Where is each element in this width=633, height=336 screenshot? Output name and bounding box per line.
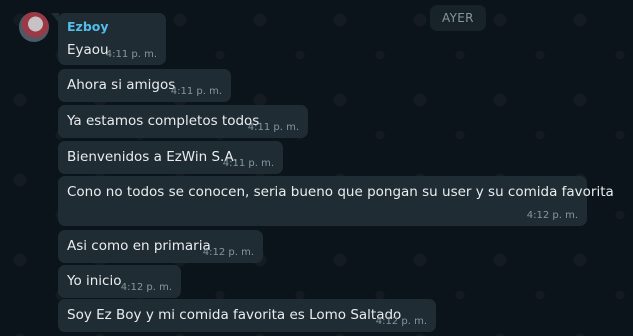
message-bubble[interactable]: Bienvenidos a EzWin S.A. 4:11 p. m. bbox=[58, 141, 283, 174]
message-text: Eyaou bbox=[67, 42, 109, 58]
message-time: 4:12 p. m. bbox=[202, 247, 254, 258]
message-bubble[interactable]: Cono no todos se conocen, seria bueno qu… bbox=[58, 176, 614, 226]
message-bubble[interactable]: Ya estamos completos todos 4:11 p. m. bbox=[58, 105, 308, 138]
avatar[interactable] bbox=[19, 12, 49, 42]
message-time: 4:11 p. m. bbox=[105, 49, 157, 60]
message-time: 4:12 p. m. bbox=[375, 316, 427, 327]
message-text: Ahora si amigos bbox=[67, 77, 176, 93]
message-time: 4:11 p. m. bbox=[170, 86, 222, 97]
message-bubble[interactable]: Yo inicio 4:12 p. m. bbox=[58, 265, 181, 298]
bubble-tail bbox=[51, 13, 59, 23]
message-bubble[interactable]: Ahora si amigos 4:11 p. m. bbox=[58, 69, 231, 102]
message-bubble[interactable]: Asi como en primaria 4:12 p. m. bbox=[58, 230, 263, 263]
message-time: 4:12 p. m. bbox=[120, 282, 172, 293]
message-bubble[interactable]: Soy Ez Boy y mi comida favorita es Lomo … bbox=[58, 299, 436, 332]
message-text: Soy Ez Boy y mi comida favorita es Lomo … bbox=[67, 307, 402, 323]
message-text: Yo inicio bbox=[67, 273, 122, 289]
message-time: 4:12 p. m. bbox=[526, 210, 578, 221]
message-time: 4:11 p. m. bbox=[222, 158, 274, 169]
day-separator: AYER bbox=[430, 5, 486, 31]
message-text: Cono no todos se conocen, seria bueno qu… bbox=[67, 184, 614, 200]
message-bubble[interactable]: Ezboy Eyaou 4:11 p. m. bbox=[51, 13, 166, 65]
sender-name[interactable]: Ezboy bbox=[67, 19, 109, 34]
message-time: 4:11 p. m. bbox=[247, 122, 299, 133]
message-text: Ya estamos completos todos bbox=[67, 113, 260, 129]
message-text: Bienvenidos a EzWin S.A. bbox=[67, 149, 238, 165]
message-text: Asi como en primaria bbox=[67, 238, 211, 254]
